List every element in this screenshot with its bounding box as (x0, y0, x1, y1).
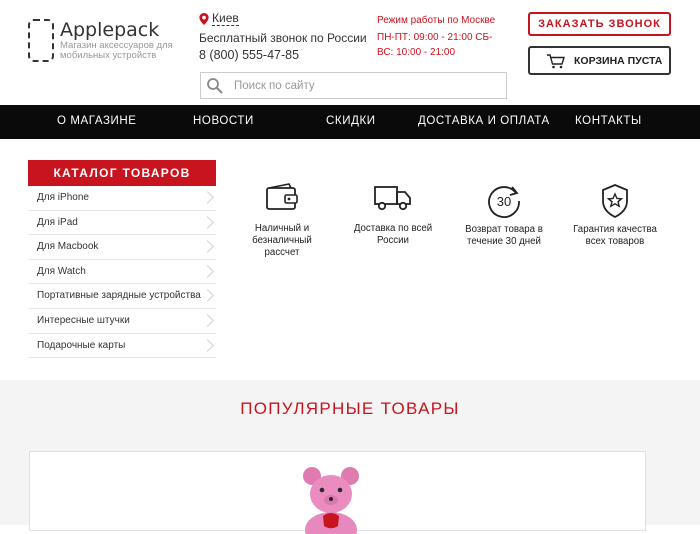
truck-icon (374, 186, 411, 211)
nav-item-about[interactable]: О МАГАЗИНЕ (57, 105, 137, 139)
catalog-title[interactable]: КАТАЛОГ ТОВАРОВ (28, 160, 216, 186)
order-call-button[interactable]: ЗАКАЗАТЬ ЗВОНОК (528, 12, 671, 36)
feature-label: Наличный и безналичный рассчет (252, 223, 312, 258)
nav-item-contacts[interactable]: КОНТАКТЫ (575, 105, 642, 139)
logo-title: Applepack (60, 19, 160, 41)
cart-icon (547, 53, 565, 68)
contact-block: Киев Бесплатный звонок по России 8 (800)… (199, 12, 367, 63)
feature-payment: Наличный и безналичный рассчет (234, 183, 330, 259)
search-input[interactable] (234, 79, 484, 92)
popular-section-header: ПОПУЛЯРНЫЕ ТОВАРЫ (0, 380, 700, 437)
catalog-item-ipad[interactable]: Для iPad (28, 211, 216, 236)
popular-products (0, 437, 700, 534)
shield-star-icon (602, 184, 628, 219)
search-icon[interactable] (206, 77, 224, 95)
logo[interactable]: Applepack Магазин аксессуаров для мобиль… (28, 19, 190, 62)
feature-guarantee: Гарантия качества всех товаров (567, 183, 663, 248)
feature-return: 30 Возврат товара в течение 30 дней (456, 183, 552, 248)
catalog-item-watch[interactable]: Для Watch (28, 260, 216, 285)
nav-item-delivery[interactable]: ДОСТАВКА И ОПЛАТА (418, 105, 550, 139)
phone-number[interactable]: 8 (800) 555-47-85 (199, 48, 367, 62)
site-header: Applepack Магазин аксессуаров для мобиль… (0, 0, 700, 105)
feature-label: Гарантия качества всех товаров (573, 224, 657, 247)
wallet-icon (266, 183, 298, 210)
logo-subtitle: Магазин аксессуаров для мобильных устрой… (60, 40, 173, 61)
phone-outline-icon (28, 19, 54, 62)
hours-title: Режим работы по Москве (377, 15, 496, 26)
location-pin-icon (199, 13, 209, 25)
catalog-item-gift-cards[interactable]: Подарочные карты (28, 334, 216, 359)
nav-item-news[interactable]: НОВОСТИ (193, 105, 254, 139)
city-name[interactable]: Киев (212, 12, 239, 26)
popular-title: ПОПУЛЯРНЫЕ ТОВАРЫ (240, 399, 460, 418)
return-30-icon: 30 (488, 186, 520, 218)
nav-item-discounts[interactable]: СКИДКИ (326, 105, 376, 139)
catalog-item-chargers[interactable]: Портативные зарядные устройства (28, 284, 216, 309)
catalog-sidebar: КАТАЛОГ ТОВАРОВ Для iPhone Для iPad Для … (28, 160, 216, 359)
catalog-item-macbook[interactable]: Для Macbook (28, 235, 216, 260)
working-hours: Режим работы по Москве ПН-ПТ: 09:00 - 21… (377, 13, 505, 60)
feature-label: Возврат товара в течение 30 дней (465, 224, 543, 247)
cart-label: КОРЗИНА ПУСТА (574, 54, 663, 67)
free-call-label: Бесплатный звонок по России (199, 31, 367, 45)
city-selector[interactable]: Киев (199, 12, 367, 26)
catalog-item-gadgets[interactable]: Интересные штучки (28, 309, 216, 334)
product-card[interactable] (29, 451, 646, 534)
return-days-badge: 30 (497, 194, 511, 209)
hours-detail: ПН-ПТ: 09:00 - 21:00 СБ-ВС: 10:00 - 21:0… (377, 32, 493, 58)
catalog-item-iphone[interactable]: Для iPhone (28, 186, 216, 211)
product-image[interactable] (300, 464, 362, 534)
feature-delivery: Доставка по всей России (345, 183, 441, 247)
search-box[interactable] (200, 72, 507, 99)
cart-button[interactable]: КОРЗИНА ПУСТА (528, 46, 671, 75)
main-nav: О МАГАЗИНЕ НОВОСТИ СКИДКИ ДОСТАВКА И ОПЛ… (0, 105, 700, 139)
feature-label: Доставка по всей России (353, 223, 433, 246)
